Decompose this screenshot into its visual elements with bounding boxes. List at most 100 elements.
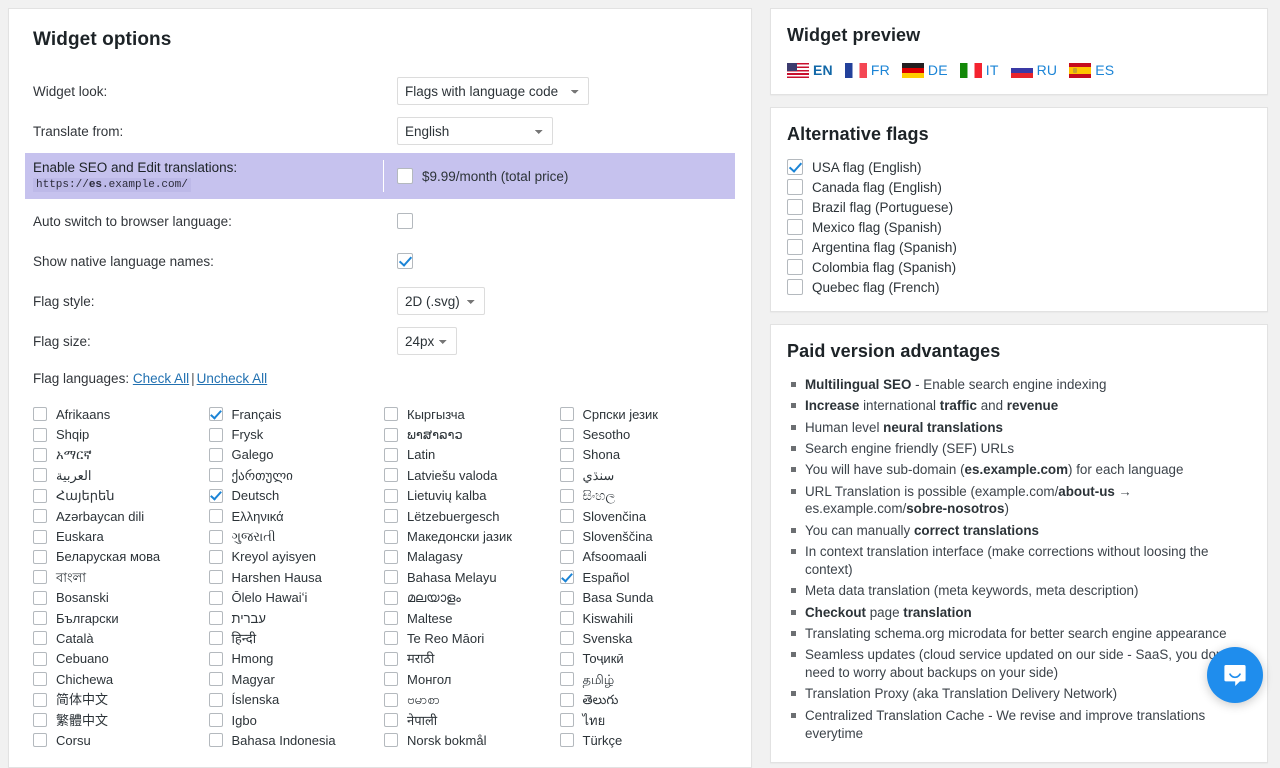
language-checkbox-item[interactable]: Ελληνικά xyxy=(209,506,385,526)
language-checkbox-item[interactable]: Slovenščina xyxy=(560,526,736,546)
language-checkbox[interactable] xyxy=(384,428,398,442)
alternative-flag-checkbox[interactable] xyxy=(787,199,803,215)
language-checkbox-item[interactable]: Azərbaycan dili xyxy=(33,506,209,526)
language-checkbox-item[interactable]: Latin xyxy=(384,445,560,465)
language-checkbox-item[interactable]: Igbo xyxy=(209,710,385,730)
language-checkbox[interactable] xyxy=(209,530,223,544)
language-checkbox-item[interactable]: עברית xyxy=(209,608,385,628)
language-checkbox[interactable] xyxy=(33,489,47,503)
language-checkbox[interactable] xyxy=(209,489,223,503)
language-checkbox[interactable] xyxy=(209,468,223,482)
language-checkbox[interactable] xyxy=(33,530,47,544)
language-checkbox-item[interactable]: ગુજરાતી xyxy=(209,526,385,546)
language-checkbox-item[interactable]: Български xyxy=(33,608,209,628)
language-checkbox[interactable] xyxy=(384,591,398,605)
language-checkbox-item[interactable]: Latviešu valoda xyxy=(384,465,560,485)
language-checkbox-item[interactable]: മലയാളം xyxy=(384,588,560,608)
language-checkbox[interactable] xyxy=(384,672,398,686)
language-checkbox-item[interactable]: Basa Sunda xyxy=(560,588,736,608)
language-checkbox[interactable] xyxy=(33,468,47,482)
language-checkbox[interactable] xyxy=(560,570,574,584)
language-checkbox-item[interactable]: Te Reo Māori xyxy=(384,628,560,648)
language-checkbox-item[interactable]: বাংলা xyxy=(33,567,209,587)
language-checkbox[interactable] xyxy=(560,468,574,482)
language-checkbox-item[interactable]: සිංහල xyxy=(560,486,736,506)
language-checkbox[interactable] xyxy=(33,407,47,421)
language-checkbox[interactable] xyxy=(209,407,223,421)
language-checkbox[interactable] xyxy=(33,428,47,442)
language-checkbox-item[interactable]: Afsoomaali xyxy=(560,547,736,567)
flag-size-select[interactable]: 24px xyxy=(397,327,457,355)
language-checkbox-item[interactable]: ພາສາລາວ xyxy=(384,424,560,444)
alternative-flag-item[interactable]: Quebec flag (French) xyxy=(787,279,1251,295)
language-checkbox[interactable] xyxy=(384,489,398,503)
language-checkbox-item[interactable]: Lietuvių kalba xyxy=(384,486,560,506)
check-all-link[interactable]: Check All xyxy=(133,371,189,386)
language-checkbox[interactable] xyxy=(33,733,47,747)
language-checkbox[interactable] xyxy=(209,631,223,645)
language-checkbox[interactable] xyxy=(209,550,223,564)
language-checkbox-item[interactable]: Монгол xyxy=(384,669,560,689)
language-checkbox[interactable] xyxy=(560,652,574,666)
language-checkbox-item[interactable]: Kiswahili xyxy=(560,608,736,628)
language-checkbox-item[interactable]: Afrikaans xyxy=(33,404,209,424)
language-checkbox[interactable] xyxy=(560,631,574,645)
language-checkbox-item[interactable]: Shqip xyxy=(33,424,209,444)
alternative-flag-checkbox[interactable] xyxy=(787,259,803,275)
widget-preview-item-de[interactable]: DE xyxy=(902,62,948,78)
language-checkbox[interactable] xyxy=(209,693,223,707)
language-checkbox[interactable] xyxy=(384,631,398,645)
language-checkbox[interactable] xyxy=(209,611,223,625)
language-checkbox-item[interactable]: Kreyol ayisyen xyxy=(209,547,385,567)
alternative-flag-item[interactable]: Argentina flag (Spanish) xyxy=(787,239,1251,255)
flag-style-select[interactable]: 2D (.svg) xyxy=(397,287,485,315)
language-checkbox-item[interactable]: Српски језик xyxy=(560,404,736,424)
language-checkbox[interactable] xyxy=(560,489,574,503)
language-checkbox[interactable] xyxy=(384,407,398,421)
language-checkbox[interactable] xyxy=(33,672,47,686)
language-checkbox[interactable] xyxy=(209,591,223,605)
language-checkbox-item[interactable]: Magyar xyxy=(209,669,385,689)
language-checkbox-item[interactable]: Cebuano xyxy=(33,649,209,669)
language-checkbox[interactable] xyxy=(560,672,574,686)
language-checkbox-item[interactable]: ဗမာစာ xyxy=(384,689,560,709)
language-checkbox-item[interactable]: Frysk xyxy=(209,424,385,444)
language-checkbox[interactable] xyxy=(209,509,223,523)
language-checkbox[interactable] xyxy=(33,611,47,625)
alternative-flag-checkbox[interactable] xyxy=(787,179,803,195)
language-checkbox[interactable] xyxy=(560,509,574,523)
language-checkbox-item[interactable]: Français xyxy=(209,404,385,424)
alternative-flag-item[interactable]: USA flag (English) xyxy=(787,159,1251,175)
language-checkbox-item[interactable]: Deutsch xyxy=(209,486,385,506)
language-checkbox[interactable] xyxy=(560,550,574,564)
language-checkbox-item[interactable]: Ōlelo Hawaiʻi xyxy=(209,588,385,608)
language-checkbox[interactable] xyxy=(33,509,47,523)
language-checkbox-item[interactable]: Bahasa Melayu xyxy=(384,567,560,587)
language-checkbox[interactable] xyxy=(209,448,223,462)
language-checkbox-item[interactable]: العربية xyxy=(33,465,209,485)
alternative-flag-checkbox[interactable] xyxy=(787,279,803,295)
language-checkbox[interactable] xyxy=(560,407,574,421)
language-checkbox-item[interactable]: አማርኛ xyxy=(33,445,209,465)
intercom-chat-launcher[interactable] xyxy=(1207,647,1263,703)
language-checkbox-item[interactable]: Harshen Hausa xyxy=(209,567,385,587)
language-checkbox-item[interactable]: Македонски јазик xyxy=(384,526,560,546)
translate-from-select[interactable]: English xyxy=(397,117,553,145)
language-checkbox-item[interactable]: Shona xyxy=(560,445,736,465)
language-checkbox[interactable] xyxy=(384,733,398,747)
language-checkbox-item[interactable]: Galego xyxy=(209,445,385,465)
language-checkbox-item[interactable]: Lëtzebuergesch xyxy=(384,506,560,526)
language-checkbox-item[interactable]: Кыргызча xyxy=(384,404,560,424)
language-checkbox[interactable] xyxy=(560,428,574,442)
language-checkbox[interactable] xyxy=(33,550,47,564)
language-checkbox-item[interactable]: Català xyxy=(33,628,209,648)
language-checkbox-item[interactable]: Chichewa xyxy=(33,669,209,689)
widget-preview-item-it[interactable]: IT xyxy=(960,62,999,78)
language-checkbox-item[interactable]: Español xyxy=(560,567,736,587)
widget-preview-item-en[interactable]: EN xyxy=(787,62,833,78)
language-checkbox-item[interactable]: తెలుగు xyxy=(560,689,736,709)
language-checkbox-item[interactable]: 简体中文 xyxy=(33,689,209,709)
language-checkbox-item[interactable]: मराठी xyxy=(384,649,560,669)
language-checkbox[interactable] xyxy=(209,652,223,666)
language-checkbox[interactable] xyxy=(560,448,574,462)
